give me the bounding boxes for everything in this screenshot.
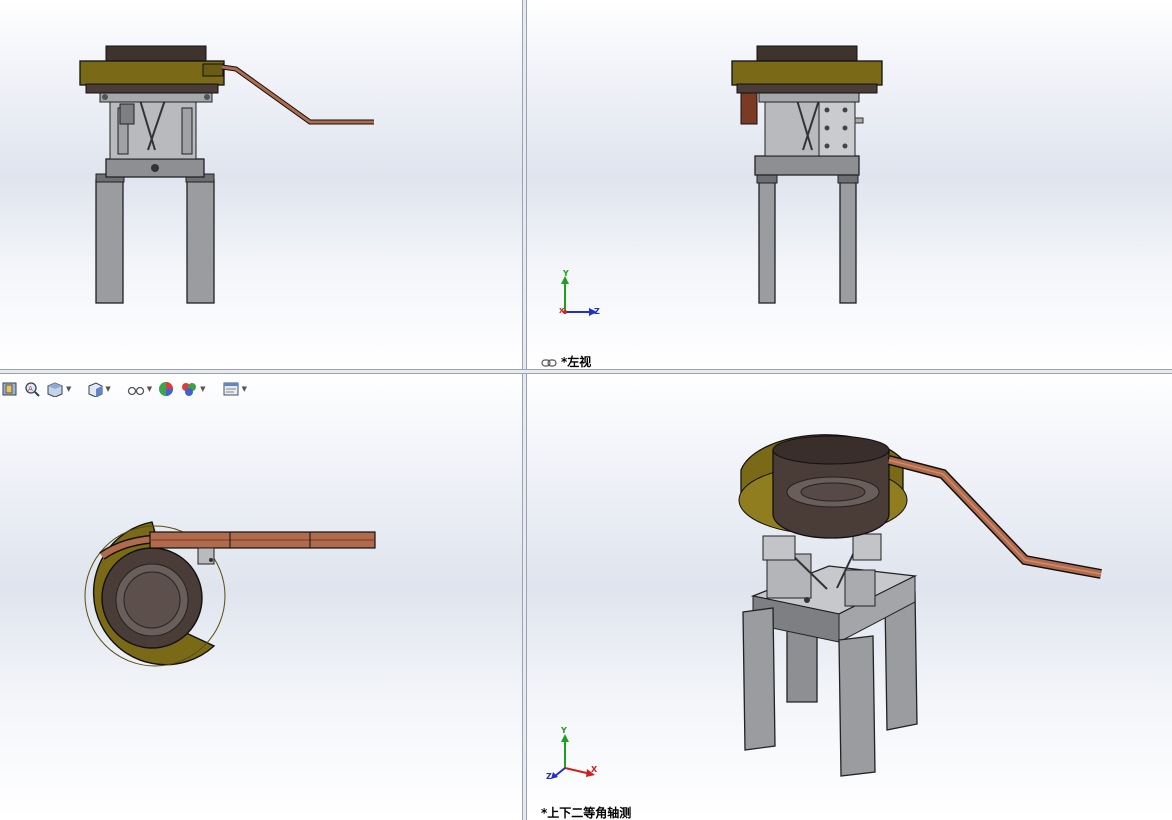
triad-x-label: X [559, 307, 565, 315]
isometric-view-model [738, 434, 1102, 777]
viewport-isometric[interactable]: Y X Z *上下二等角轴测 [527, 374, 1172, 820]
triad-z-label-iso: Z [546, 772, 552, 781]
view-name-text: *左视 [561, 355, 592, 369]
view-name-label: *左视 [541, 353, 591, 369]
viewport-top-view[interactable]: A ▼ ▼ ▼ ▼ ▼ [0, 374, 522, 820]
triad-y-label: Y [563, 269, 569, 278]
viewport-splitter-horizontal[interactable] [0, 369, 1172, 374]
triad-x-label-iso: X [591, 765, 598, 774]
view-name-label-iso: *上下二等角轴测 [541, 804, 631, 820]
viewport-left-view[interactable]: Y Z X *左视 [527, 0, 1172, 369]
view-name-text-iso: *上下二等角轴测 [541, 806, 632, 820]
front-view-model [79, 45, 374, 304]
viewport-splitter-vertical[interactable] [522, 0, 527, 820]
orientation-triad-iso [551, 734, 595, 779]
viewport-front[interactable] [0, 0, 522, 369]
triad-y-label-iso: Y [561, 726, 567, 735]
top-view-model [84, 521, 376, 667]
triad-z-label: Z [594, 307, 600, 316]
link-view-icon [541, 358, 557, 367]
left-view-model [731, 45, 883, 304]
